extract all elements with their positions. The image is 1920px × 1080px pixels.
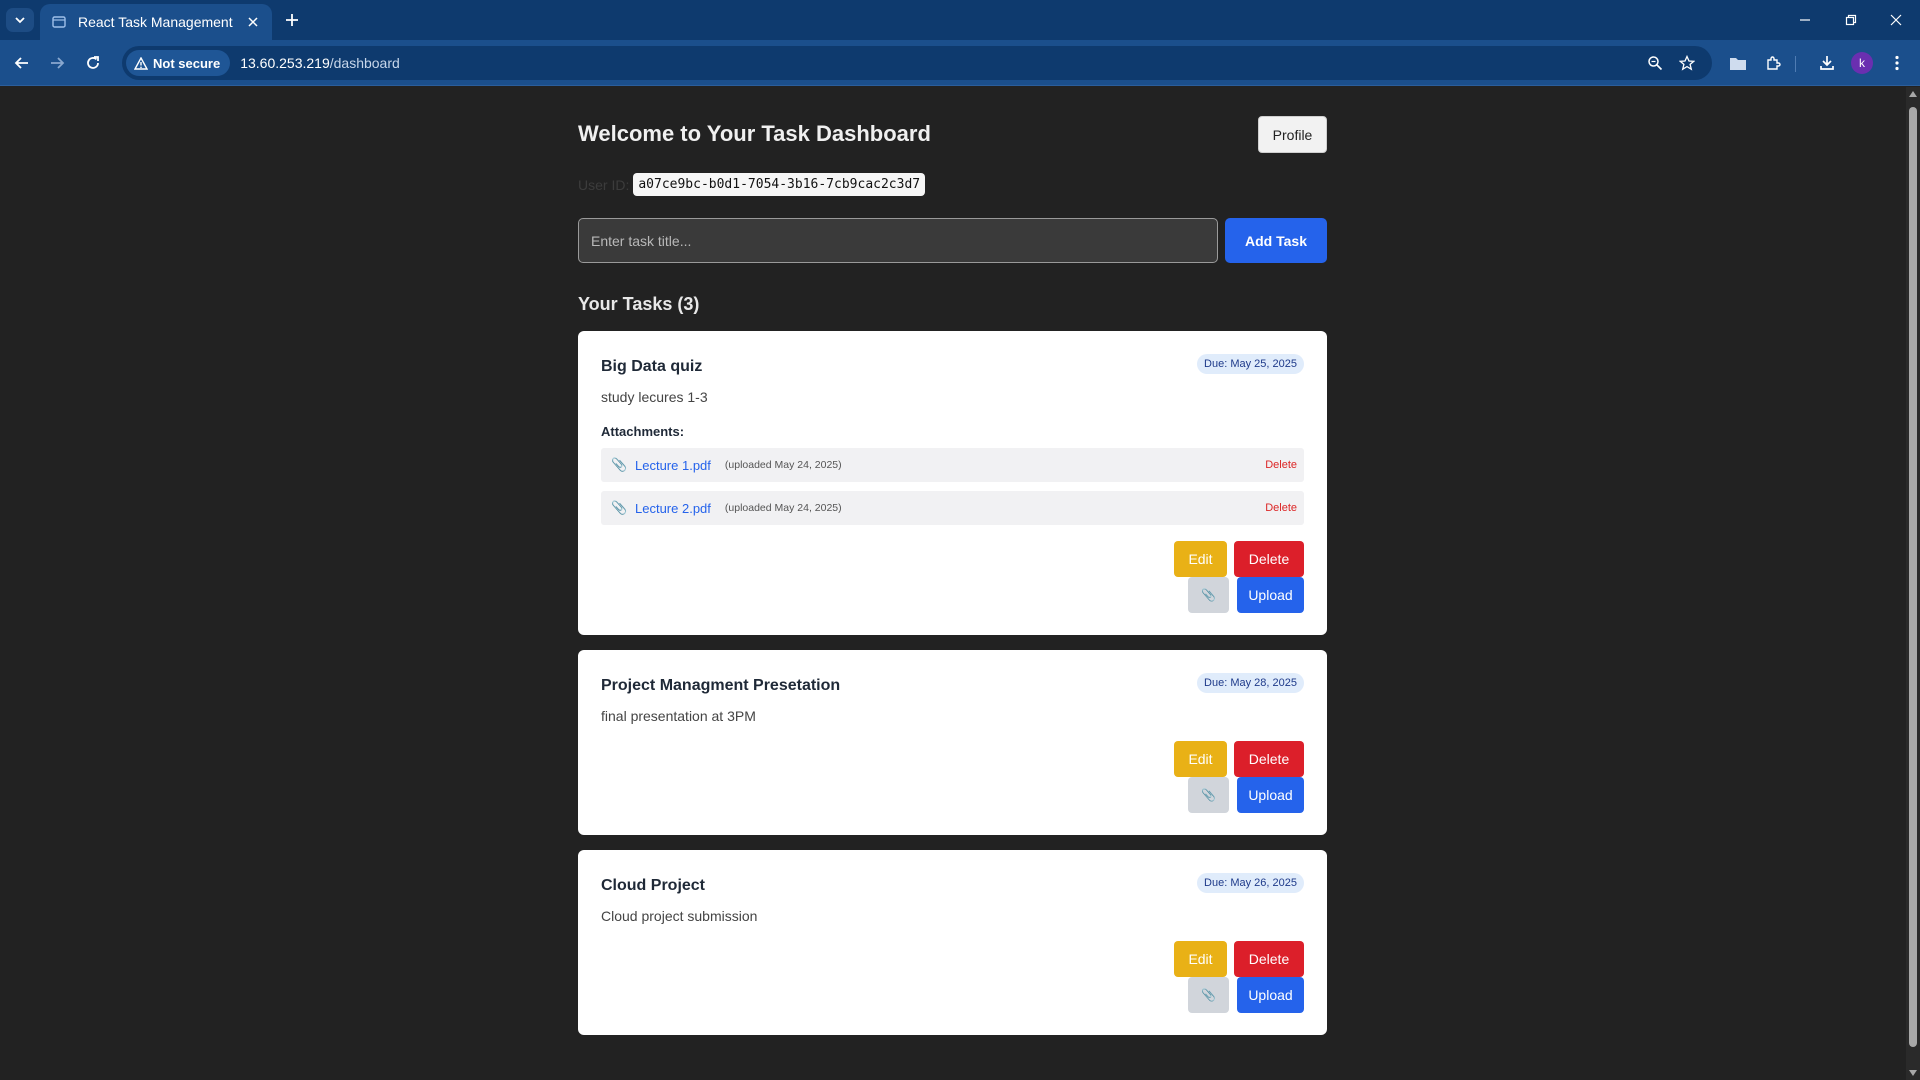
add-task-button[interactable]: Add Task (1225, 218, 1327, 263)
browser-tab-bar: React Task Management (0, 0, 1920, 40)
delete-task-button[interactable]: Delete (1234, 541, 1304, 577)
task-card: Project Managment Presetation Due: May 2… (578, 650, 1327, 835)
downloads-icon[interactable] (1815, 51, 1839, 75)
task-title: Cloud Project (601, 877, 706, 894)
dashboard-header: Welcome to Your Task Dashboard Profile (578, 87, 1327, 179)
edit-task-button[interactable]: Edit (1174, 741, 1227, 777)
edit-task-button[interactable]: Edit (1174, 941, 1227, 977)
delete-task-button[interactable]: Delete (1234, 741, 1304, 777)
task-title: Project Managment Presetation (601, 677, 841, 694)
scroll-up-arrow-icon[interactable] (1909, 91, 1917, 97)
site-info-chip[interactable]: Not secure (126, 50, 231, 76)
upload-button[interactable]: Upload (1237, 977, 1304, 1013)
task-title: Big Data quiz (601, 358, 703, 375)
attachments-label: Attachments: (601, 424, 685, 439)
attachment-delete-link[interactable]: Delete (1265, 502, 1297, 514)
browser-toolbar: Not secure 13.60.253.219/dashboard k (0, 40, 1920, 86)
url-text: 13.60.253.219/dashboard (240, 55, 400, 71)
warning-icon (134, 56, 148, 70)
task-card: Cloud Project Due: May 26, 2025 Cloud pr… (578, 850, 1327, 1035)
user-id-label: User ID: (578, 176, 630, 193)
toolbar-divider (1795, 56, 1796, 72)
zoom-icon[interactable] (1643, 51, 1667, 75)
security-label: Not secure (153, 55, 221, 71)
chevron-down-icon (15, 17, 25, 24)
choose-file-button[interactable]: 📎 (1188, 577, 1229, 613)
add-task-row: Add Task (578, 218, 1327, 263)
paperclip-icon: 📎 (611, 500, 628, 515)
tab-search-button[interactable] (6, 8, 34, 32)
paperclip-icon: 📎 (611, 457, 628, 472)
delete-task-button[interactable]: Delete (1234, 941, 1304, 977)
new-tab-icon[interactable] (280, 8, 304, 32)
profile-avatar[interactable]: k (1851, 52, 1873, 74)
attachment-upload-date: (uploaded May 24, 2025) (724, 459, 842, 471)
attachment-row: 📎 Lecture 2.pdf (uploaded May 24, 2025) … (601, 491, 1304, 525)
paperclip-icon: 📎 (1201, 588, 1216, 602)
restore-window-icon[interactable] (1829, 0, 1873, 40)
due-date-badge: Due: May 26, 2025 (1197, 873, 1304, 893)
page-viewport: Welcome to Your Task Dashboard Profile U… (0, 87, 1920, 1080)
scroll-down-arrow-icon[interactable] (1909, 1070, 1917, 1076)
url-path: /dashboard (329, 55, 400, 71)
attachment-row: 📎 Lecture 1.pdf (uploaded May 24, 2025) … (601, 448, 1304, 482)
dashboard-container: Welcome to Your Task Dashboard Profile U… (578, 87, 1327, 1035)
back-arrow-icon[interactable] (8, 49, 36, 77)
bookmark-star-icon[interactable] (1675, 51, 1699, 75)
url-host: 13.60.253.219 (240, 55, 330, 71)
user-id-value: a07ce9bc-b0d1-7054-3b16-7cb9cac2c3d7 (633, 173, 926, 196)
attachment-link[interactable]: Lecture 2.pdf (635, 501, 711, 516)
task-title-input[interactable] (578, 218, 1218, 263)
task-description: Cloud project submission (601, 908, 758, 924)
reload-icon[interactable] (79, 49, 107, 77)
forward-arrow-icon[interactable] (43, 49, 71, 77)
upload-button[interactable]: Upload (1237, 777, 1304, 813)
tab-title: React Task Management (78, 14, 233, 30)
task-description: final presentation at 3PM (601, 708, 756, 724)
choose-file-button[interactable]: 📎 (1188, 977, 1229, 1013)
scrollbar-thumb[interactable] (1909, 107, 1917, 1047)
tasks-section-title: Your Tasks (3) (578, 294, 700, 314)
task-description: study lecures 1-3 (601, 389, 708, 405)
paperclip-icon: 📎 (1201, 788, 1216, 802)
close-window-icon[interactable] (1874, 0, 1918, 40)
task-card: Big Data quiz Due: May 25, 2025 study le… (578, 331, 1327, 635)
due-date-badge: Due: May 25, 2025 (1197, 354, 1304, 374)
folder-icon[interactable] (1726, 51, 1750, 75)
browser-menu-icon[interactable] (1885, 51, 1909, 75)
upload-button[interactable]: Upload (1237, 577, 1304, 613)
attachment-delete-link[interactable]: Delete (1265, 459, 1297, 471)
choose-file-button[interactable]: 📎 (1188, 777, 1229, 813)
profile-button[interactable]: Profile (1258, 116, 1327, 153)
attachment-link[interactable]: Lecture 1.pdf (635, 458, 711, 473)
minimize-window-icon[interactable] (1783, 0, 1827, 40)
page-favicon-icon (52, 14, 68, 30)
user-id-row: User ID: a07ce9bc-b0d1-7054-3b16-7cb9cac… (578, 173, 926, 196)
due-date-badge: Due: May 28, 2025 (1197, 673, 1304, 693)
attachment-upload-date: (uploaded May 24, 2025) (724, 502, 842, 514)
address-bar[interactable]: Not secure 13.60.253.219/dashboard (122, 46, 1712, 80)
extensions-puzzle-icon[interactable] (1762, 51, 1786, 75)
page-scrollbar[interactable] (1906, 87, 1920, 1080)
page-title: Welcome to Your Task Dashboard (578, 121, 931, 146)
browser-tab-active[interactable]: React Task Management (40, 4, 272, 40)
close-tab-icon[interactable] (244, 13, 262, 31)
paperclip-icon: 📎 (1201, 988, 1216, 1002)
edit-task-button[interactable]: Edit (1174, 541, 1227, 577)
